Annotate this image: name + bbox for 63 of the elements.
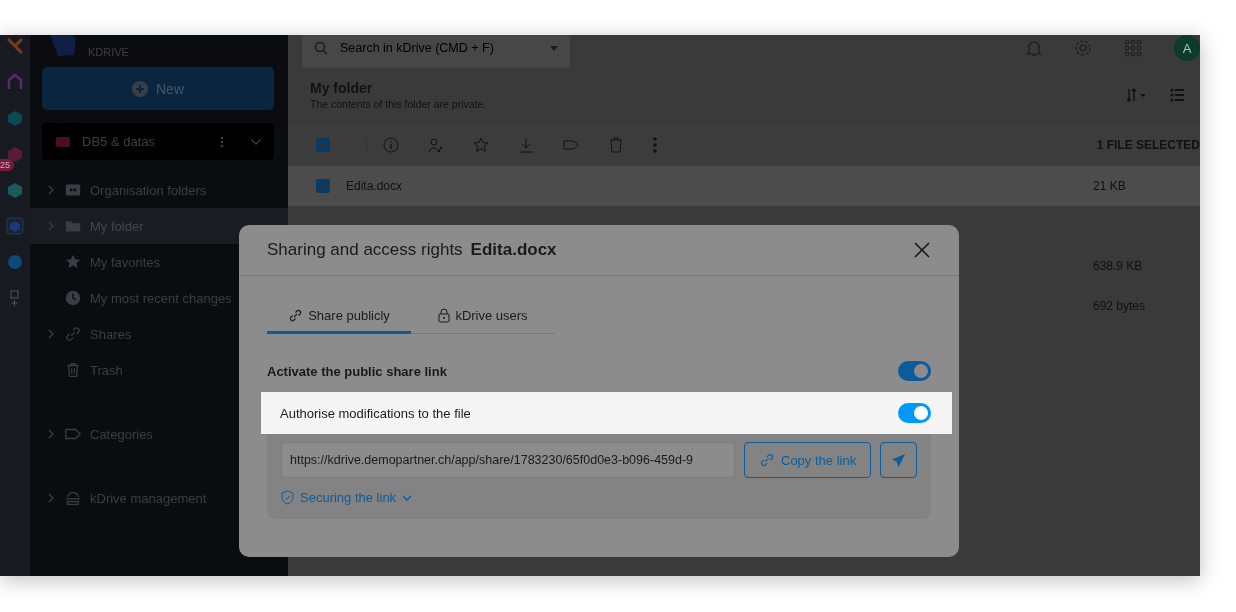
plus-icon (132, 80, 148, 97)
share-user-icon[interactable] (428, 137, 444, 153)
list-view-icon[interactable] (1170, 88, 1184, 102)
star-icon (64, 253, 82, 271)
chevron-icon[interactable] (46, 185, 56, 195)
chevron-icon (402, 494, 413, 501)
more-icon[interactable] (653, 137, 657, 153)
send-icon (891, 452, 907, 468)
trash-icon[interactable] (608, 137, 624, 153)
link-icon (759, 452, 775, 468)
sort-icon[interactable] (1126, 88, 1148, 102)
row-checkbox[interactable] (316, 179, 330, 193)
house-icon[interactable] (6, 73, 24, 91)
share-link-field[interactable]: https://kdrive.demopartner.ch/app/share/1783230/65f0d0e3-b096-459d-9 (281, 442, 735, 478)
file-row[interactable]: Edita.docx 21 KB (288, 166, 1200, 206)
download-icon[interactable] (518, 137, 534, 153)
drive-icon[interactable] (6, 217, 24, 235)
notification-badge: 25 (0, 159, 14, 171)
settings-icon[interactable] (1074, 39, 1092, 57)
search-field[interactable]: Search in kDrive (CMD + F) (302, 35, 570, 68)
link-icon (64, 325, 82, 343)
select-all-checkbox[interactable] (316, 138, 330, 152)
securing-link-toggle[interactable]: Securing the link (281, 490, 413, 505)
file-name[interactable]: Edita.docx (346, 179, 403, 193)
cube-icon[interactable] (6, 181, 24, 199)
manage-icon (64, 489, 82, 507)
cube-icon[interactable] (6, 145, 24, 163)
tab[interactable]: kDrive users (411, 300, 555, 334)
star-icon[interactable] (473, 137, 489, 153)
sphere-icon[interactable] (6, 253, 24, 271)
tag-icon[interactable] (563, 137, 579, 153)
drive-selector[interactable]: DB5 & datas (42, 123, 274, 160)
drive-logo-icon (48, 35, 78, 57)
search-icon (314, 41, 328, 55)
user-avatar[interactable]: A (1174, 35, 1200, 61)
file-size: 21 KB (1093, 179, 1126, 193)
copy-link-button[interactable]: Copy the link (744, 442, 872, 478)
dialog-file-name: Edita.docx (470, 240, 557, 260)
info-icon[interactable] (383, 137, 399, 153)
chevron-icon[interactable] (46, 329, 56, 339)
tab[interactable]: Share publicly (267, 300, 411, 334)
cube-icon[interactable] (6, 109, 24, 127)
send-button[interactable] (880, 442, 917, 478)
bell-icon[interactable] (1026, 39, 1042, 57)
close-icon[interactable] (913, 241, 931, 259)
more-icon[interactable] (220, 135, 224, 148)
chevron-icon[interactable] (46, 493, 56, 503)
chevron-icon[interactable] (46, 429, 56, 439)
lock-icon (438, 308, 451, 323)
new-button[interactable]: New (42, 67, 274, 110)
toggle-switch[interactable] (898, 361, 931, 381)
app-icon[interactable] (6, 37, 24, 55)
setting-label: Authorise modifications to the file (280, 405, 472, 421)
link-icon (288, 308, 304, 323)
caret-icon[interactable] (550, 45, 558, 51)
shield-icon (281, 490, 294, 505)
apps-grid-icon[interactable] (1124, 39, 1142, 57)
clock-icon (64, 289, 82, 307)
chevron-icon[interactable] (250, 137, 262, 146)
toggle-switch[interactable] (898, 403, 931, 423)
setting-label: Activate the public share link (267, 363, 448, 379)
chevron-icon[interactable] (46, 221, 56, 231)
minus-icon (319, 144, 327, 146)
